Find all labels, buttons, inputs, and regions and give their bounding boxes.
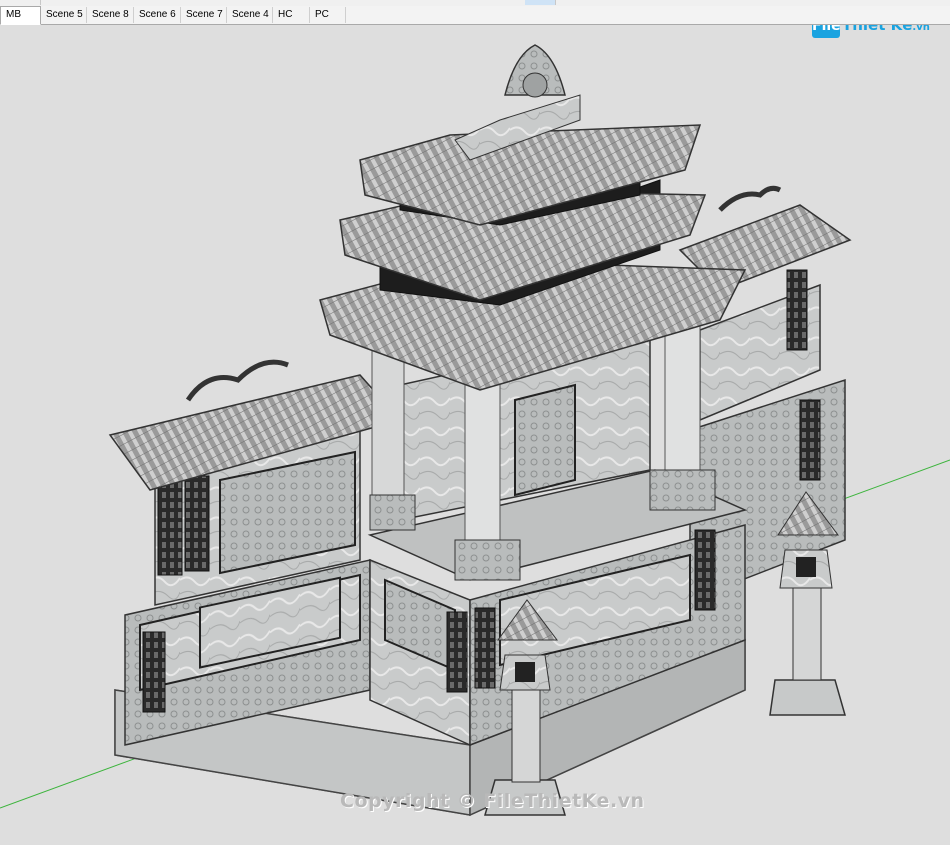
tab-pc[interactable]: PC [310,7,346,23]
temple-model-drawing [0,44,950,817]
filethietke-logo: File Thiết Kế.vn [812,25,932,42]
tab-mb[interactable]: MB [0,6,41,25]
model-viewport[interactable]: File Thiết Kế.vn [0,25,950,845]
logo-domain: .vn [912,25,930,33]
tab-scene-7[interactable]: Scene 7 [181,7,227,23]
tab-scene-5[interactable]: Scene 5 [41,7,87,23]
toolbar-highlight [525,0,556,5]
tab-scene-6[interactable]: Scene 6 [134,7,181,23]
tab-hc[interactable]: HC [273,7,310,23]
logo-text: Thiết Kế [842,25,913,34]
tab-scene-8[interactable]: Scene 8 [87,7,134,23]
scene-tabs-bar: MB Scene 5 Scene 8 Scene 6 Scene 7 Scene… [0,6,950,25]
logo-mark: File [812,25,841,38]
copyright-watermark: Copyright © FileThietKe.vn [340,790,645,812]
tab-scene-4[interactable]: Scene 4 [227,7,273,23]
toolbar-divider [40,0,41,5]
left-wing [108,359,402,746]
